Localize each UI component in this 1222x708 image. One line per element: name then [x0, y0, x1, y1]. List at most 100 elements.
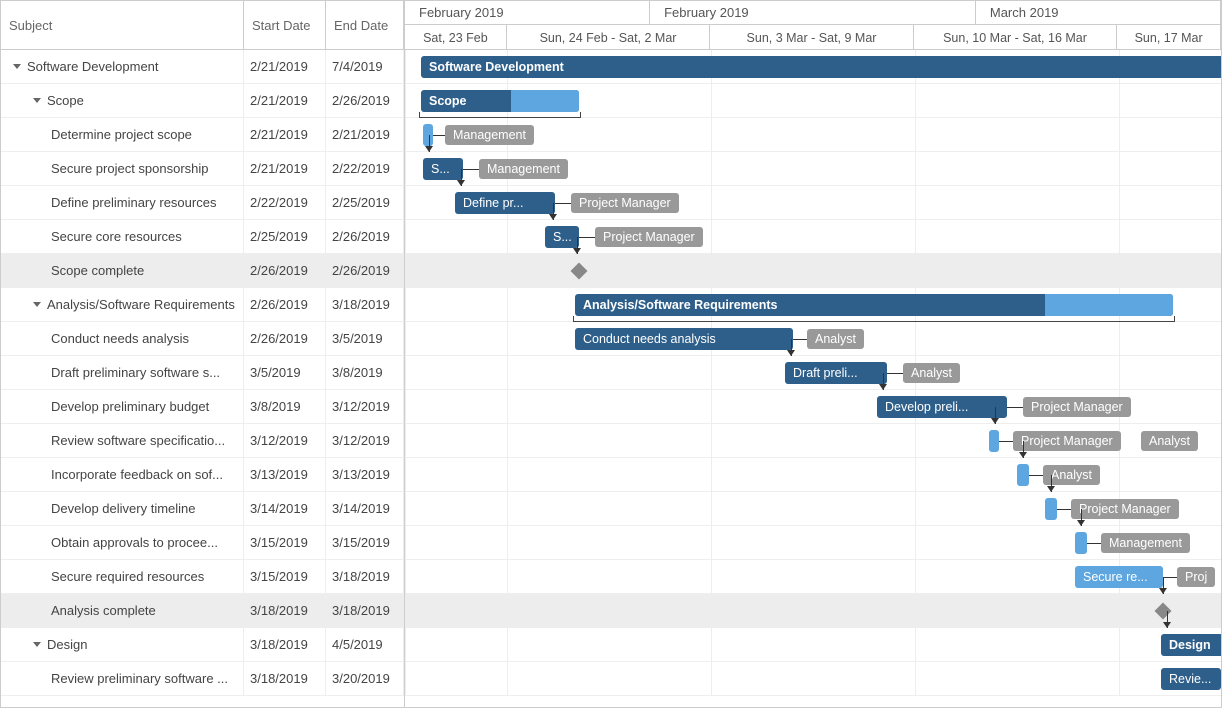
cell-subject: Define preliminary resources — [1, 186, 244, 219]
chart-row[interactable]: Scope — [405, 84, 1221, 118]
chart-row[interactable]: Management — [405, 118, 1221, 152]
cell-end: 3/12/2019 — [326, 390, 404, 423]
cell-start: 2/21/2019 — [244, 152, 326, 185]
task-bar[interactable] — [989, 430, 999, 452]
milestone-diamond[interactable] — [1155, 603, 1172, 620]
week-cell: Sat, 23 Feb — [405, 25, 507, 50]
task-label: Review preliminary software ... — [51, 671, 228, 686]
task-bar[interactable] — [423, 124, 433, 146]
table-row[interactable]: Scope2/21/20192/26/2019 — [1, 84, 404, 118]
chevron-down-icon[interactable] — [13, 64, 21, 69]
col-header-subject[interactable]: Subject — [1, 1, 244, 49]
milestone-diamond[interactable] — [571, 263, 588, 280]
summary-bar[interactable]: Software Development — [421, 56, 1221, 78]
task-bar[interactable]: S... — [423, 158, 463, 180]
resource-badge: Analyst — [1141, 431, 1198, 451]
chart-row[interactable]: Draft preli...Analyst — [405, 356, 1221, 390]
table-row[interactable]: Draft preliminary software s...3/5/20193… — [1, 356, 404, 390]
chart-row[interactable]: S...Project Manager — [405, 220, 1221, 254]
cell-end: 2/26/2019 — [326, 254, 404, 287]
chart-row[interactable] — [405, 254, 1221, 288]
chart-row[interactable]: Software Development — [405, 50, 1221, 84]
chart-row[interactable] — [405, 594, 1221, 628]
task-label: Analysis complete — [51, 603, 156, 618]
connector — [429, 135, 430, 152]
task-bar[interactable] — [1045, 498, 1057, 520]
chevron-down-icon[interactable] — [33, 98, 41, 103]
table-row[interactable]: Analysis complete3/18/20193/18/2019 — [1, 594, 404, 628]
connector — [555, 203, 571, 204]
task-label: Analysis/Software Requirements — [47, 297, 235, 312]
task-bar[interactable]: S... — [545, 226, 579, 248]
table-row[interactable]: Secure core resources2/25/20192/26/2019 — [1, 220, 404, 254]
cell-start: 3/14/2019 — [244, 492, 326, 525]
task-bar[interactable] — [1017, 464, 1029, 486]
chart-row[interactable]: Project Manager — [405, 492, 1221, 526]
chart-row[interactable]: Revie... — [405, 662, 1221, 696]
chart-row[interactable]: Design — [405, 628, 1221, 662]
connector — [1051, 475, 1052, 492]
table-row[interactable]: Develop delivery timeline3/14/20193/14/2… — [1, 492, 404, 526]
task-bar[interactable]: Draft preli... — [785, 362, 887, 384]
task-bar[interactable]: Secure re... — [1075, 566, 1163, 588]
task-bar[interactable]: Conduct needs analysis — [575, 328, 793, 350]
table-row[interactable]: Design3/18/20194/5/2019 — [1, 628, 404, 662]
chart-row[interactable]: Analysis/Software Requirements — [405, 288, 1221, 322]
cell-end: 4/5/2019 — [326, 628, 404, 661]
task-bar[interactable]: Develop preli... — [877, 396, 1007, 418]
table-row[interactable]: Obtain approvals to procee...3/15/20193/… — [1, 526, 404, 560]
connector — [1023, 441, 1024, 458]
table-row[interactable]: Secure project sponsorship2/21/20192/22/… — [1, 152, 404, 186]
table-row[interactable]: Define preliminary resources2/22/20192/2… — [1, 186, 404, 220]
task-label: Define preliminary resources — [51, 195, 216, 210]
cell-end: 2/26/2019 — [326, 220, 404, 253]
table-row[interactable]: Develop preliminary budget3/8/20193/12/2… — [1, 390, 404, 424]
task-bar[interactable]: Define pr... — [455, 192, 555, 214]
chart-row[interactable]: Conduct needs analysisAnalyst — [405, 322, 1221, 356]
task-bar[interactable] — [1075, 532, 1087, 554]
table-row[interactable]: Review software specificatio...3/12/2019… — [1, 424, 404, 458]
summary-bar[interactable]: Design — [1161, 634, 1221, 656]
resource-badge: Management — [1101, 533, 1190, 553]
timeline-panel: February 2019February 2019March 2019 Sat… — [405, 1, 1221, 707]
chart-body[interactable]: Software DevelopmentScopeManagementS...M… — [405, 50, 1221, 696]
connector — [463, 169, 479, 170]
connector — [1081, 509, 1082, 526]
chart-row[interactable]: Analyst — [405, 458, 1221, 492]
table-row[interactable]: Conduct needs analysis2/26/20193/5/2019 — [1, 322, 404, 356]
connector — [1029, 475, 1043, 476]
chart-row[interactable]: Secure re... Proj — [405, 560, 1221, 594]
chart-row[interactable]: Develop preli... Project Manager — [405, 390, 1221, 424]
cell-subject: Review software specificatio... — [1, 424, 244, 457]
grid-header: Subject Start Date End Date — [1, 1, 404, 50]
chart-row[interactable]: Project ManagerAnalyst — [405, 424, 1221, 458]
chevron-down-icon[interactable] — [33, 642, 41, 647]
timeline-header: February 2019February 2019March 2019 Sat… — [405, 1, 1221, 50]
week-cell: Sun, 3 Mar - Sat, 9 Mar — [710, 25, 914, 50]
chart-row[interactable]: Management — [405, 526, 1221, 560]
chart-row[interactable]: Define pr...Project Manager — [405, 186, 1221, 220]
col-header-end[interactable]: End Date — [326, 1, 404, 49]
table-row[interactable]: Analysis/Software Requirements2/26/20193… — [1, 288, 404, 322]
grid-body: Software Development2/21/20197/4/2019Sco… — [1, 50, 404, 696]
task-label: Software Development — [27, 59, 159, 74]
table-row[interactable]: Review preliminary software ...3/18/2019… — [1, 662, 404, 696]
week-cell: Sun, 17 Mar — [1117, 25, 1221, 50]
task-bar[interactable]: Revie... — [1161, 668, 1221, 690]
table-row[interactable]: Software Development2/21/20197/4/2019 — [1, 50, 404, 84]
cell-subject: Analysis complete — [1, 594, 244, 627]
cell-start: 3/12/2019 — [244, 424, 326, 457]
table-row[interactable]: Scope complete2/26/20192/26/2019 — [1, 254, 404, 288]
chevron-down-icon[interactable] — [33, 302, 41, 307]
cell-subject: Draft preliminary software s... — [1, 356, 244, 389]
table-row[interactable]: Determine project scope2/21/20192/21/201… — [1, 118, 404, 152]
resource-badge: Project Manager — [1023, 397, 1131, 417]
table-row[interactable]: Incorporate feedback on sof...3/13/20193… — [1, 458, 404, 492]
cell-subject: Secure core resources — [1, 220, 244, 253]
cell-subject: Software Development — [1, 50, 244, 83]
cell-subject: Review preliminary software ... — [1, 662, 244, 695]
table-row[interactable]: Secure required resources3/15/20193/18/2… — [1, 560, 404, 594]
col-header-start[interactable]: Start Date — [244, 1, 326, 49]
chart-row[interactable]: S...Management — [405, 152, 1221, 186]
resource-badge: Proj — [1177, 567, 1215, 587]
